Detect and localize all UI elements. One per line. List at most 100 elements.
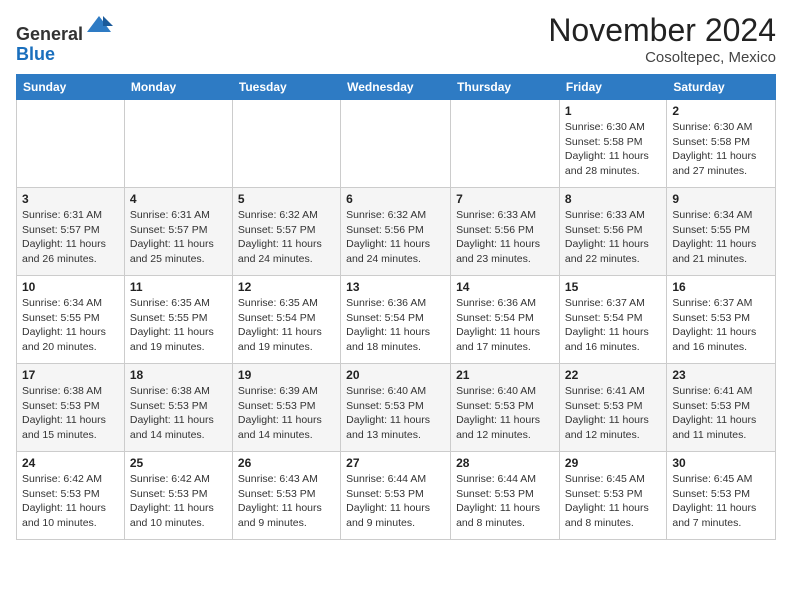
day-info: Sunrise: 6:35 AM Sunset: 5:54 PM Dayligh… bbox=[238, 296, 335, 355]
day-number: 12 bbox=[238, 280, 335, 294]
calendar-cell: 25 Sunrise: 6:42 AM Sunset: 5:53 PM Dayli… bbox=[124, 452, 232, 540]
calendar-cell: 13Sunrise: 6:36 AM Sunset: 5:54 PM Dayli… bbox=[341, 276, 451, 364]
day-number: 27 bbox=[346, 456, 445, 470]
day-number: 19 bbox=[238, 368, 335, 382]
day-info: Sunrise: 6:39 AM Sunset: 5:53 PM Dayligh… bbox=[238, 384, 335, 443]
calendar-cell: 12 Sunrise: 6:35 AM Sunset: 5:54 PM Dayli… bbox=[232, 276, 340, 364]
day-number: 25 bbox=[130, 456, 227, 470]
day-number: 18 bbox=[130, 368, 227, 382]
week-row-3: 10Sunrise: 6:34 AM Sunset: 5:55 PM Dayli… bbox=[17, 276, 776, 364]
day-info: Sunrise: 6:36 AM Sunset: 5:54 PM Dayligh… bbox=[456, 296, 554, 355]
day-info: Sunrise: 6:32 AM Sunset: 5:57 PM Dayligh… bbox=[238, 208, 335, 267]
week-row-1: 1 Sunrise: 6:30 AM Sunset: 5:58 PM Daylig… bbox=[17, 100, 776, 188]
day-number: 9 bbox=[672, 192, 770, 206]
day-info: Sunrise: 6:38 AM Sunset: 5:53 PM Dayligh… bbox=[130, 384, 227, 443]
week-row-5: 24 Sunrise: 6:42 AM Sunset: 5:53 PM Dayli… bbox=[17, 452, 776, 540]
calendar-cell: 28Sunrise: 6:44 AM Sunset: 5:53 PM Dayli… bbox=[451, 452, 560, 540]
weekday-header-row: SundayMondayTuesdayWednesdayThursdayFrid… bbox=[17, 75, 776, 100]
calendar-cell: 1 Sunrise: 6:30 AM Sunset: 5:58 PM Daylig… bbox=[559, 100, 666, 188]
day-number: 20 bbox=[346, 368, 445, 382]
calendar-cell: 17 Sunrise: 6:38 AM Sunset: 5:53 PM Dayli… bbox=[17, 364, 125, 452]
calendar-cell: 26 Sunrise: 6:43 AM Sunset: 5:53 PM Dayli… bbox=[232, 452, 340, 540]
calendar-cell: 15 Sunrise: 6:37 AM Sunset: 5:54 PM Dayli… bbox=[559, 276, 666, 364]
day-info: Sunrise: 6:37 AM Sunset: 5:53 PM Dayligh… bbox=[672, 296, 770, 355]
calendar-cell bbox=[341, 100, 451, 188]
calendar-cell: 9Sunrise: 6:34 AM Sunset: 5:55 PM Daylig… bbox=[667, 188, 776, 276]
day-info: Sunrise: 6:31 AM Sunset: 5:57 PM Dayligh… bbox=[22, 208, 119, 267]
calendar-cell: 2 Sunrise: 6:30 AM Sunset: 5:58 PM Daylig… bbox=[667, 100, 776, 188]
day-number: 11 bbox=[130, 280, 227, 294]
calendar-cell: 16 Sunrise: 6:37 AM Sunset: 5:53 PM Dayli… bbox=[667, 276, 776, 364]
day-info: Sunrise: 6:31 AM Sunset: 5:57 PM Dayligh… bbox=[130, 208, 227, 267]
calendar-cell: 30 Sunrise: 6:45 AM Sunset: 5:53 PM Dayli… bbox=[667, 452, 776, 540]
logo-text: General bbox=[16, 12, 113, 45]
day-info: Sunrise: 6:35 AM Sunset: 5:55 PM Dayligh… bbox=[130, 296, 227, 355]
day-number: 7 bbox=[456, 192, 554, 206]
day-number: 22 bbox=[565, 368, 661, 382]
calendar-cell bbox=[124, 100, 232, 188]
calendar-cell: 20 Sunrise: 6:40 AM Sunset: 5:53 PM Dayli… bbox=[341, 364, 451, 452]
day-number: 15 bbox=[565, 280, 661, 294]
month-title: November 2024 bbox=[548, 12, 776, 49]
calendar-cell: 27 Sunrise: 6:44 AM Sunset: 5:53 PM Dayli… bbox=[341, 452, 451, 540]
day-info: Sunrise: 6:45 AM Sunset: 5:53 PM Dayligh… bbox=[565, 472, 661, 531]
calendar-cell: 10Sunrise: 6:34 AM Sunset: 5:55 PM Dayli… bbox=[17, 276, 125, 364]
day-info: Sunrise: 6:36 AM Sunset: 5:54 PM Dayligh… bbox=[346, 296, 445, 355]
logo-blue: Blue bbox=[16, 45, 113, 65]
day-number: 29 bbox=[565, 456, 661, 470]
day-info: Sunrise: 6:41 AM Sunset: 5:53 PM Dayligh… bbox=[565, 384, 661, 443]
day-info: Sunrise: 6:42 AM Sunset: 5:53 PM Dayligh… bbox=[22, 472, 119, 531]
day-number: 10 bbox=[22, 280, 119, 294]
day-info: Sunrise: 6:33 AM Sunset: 5:56 PM Dayligh… bbox=[456, 208, 554, 267]
day-number: 28 bbox=[456, 456, 554, 470]
day-info: Sunrise: 6:38 AM Sunset: 5:53 PM Dayligh… bbox=[22, 384, 119, 443]
calendar-cell bbox=[17, 100, 125, 188]
calendar-cell: 11 Sunrise: 6:35 AM Sunset: 5:55 PM Dayli… bbox=[124, 276, 232, 364]
day-info: Sunrise: 6:43 AM Sunset: 5:53 PM Dayligh… bbox=[238, 472, 335, 531]
day-info: Sunrise: 6:30 AM Sunset: 5:58 PM Dayligh… bbox=[672, 120, 770, 179]
day-info: Sunrise: 6:33 AM Sunset: 5:56 PM Dayligh… bbox=[565, 208, 661, 267]
weekday-header-saturday: Saturday bbox=[667, 75, 776, 100]
day-info: Sunrise: 6:40 AM Sunset: 5:53 PM Dayligh… bbox=[456, 384, 554, 443]
day-info: Sunrise: 6:45 AM Sunset: 5:53 PM Dayligh… bbox=[672, 472, 770, 531]
day-number: 26 bbox=[238, 456, 335, 470]
day-number: 5 bbox=[238, 192, 335, 206]
weekday-header-thursday: Thursday bbox=[451, 75, 560, 100]
day-number: 17 bbox=[22, 368, 119, 382]
day-number: 24 bbox=[22, 456, 119, 470]
location: Cosoltepec, Mexico bbox=[548, 49, 776, 66]
page: General Blue November 2024 Cosoltepec, M… bbox=[0, 0, 792, 548]
day-number: 30 bbox=[672, 456, 770, 470]
day-number: 21 bbox=[456, 368, 554, 382]
day-info: Sunrise: 6:32 AM Sunset: 5:56 PM Dayligh… bbox=[346, 208, 445, 267]
calendar-cell: 5 Sunrise: 6:32 AM Sunset: 5:57 PM Daylig… bbox=[232, 188, 340, 276]
calendar-cell: 14 Sunrise: 6:36 AM Sunset: 5:54 PM Dayli… bbox=[451, 276, 560, 364]
day-number: 14 bbox=[456, 280, 554, 294]
day-info: Sunrise: 6:42 AM Sunset: 5:53 PM Dayligh… bbox=[130, 472, 227, 531]
day-number: 6 bbox=[346, 192, 445, 206]
day-info: Sunrise: 6:37 AM Sunset: 5:54 PM Dayligh… bbox=[565, 296, 661, 355]
calendar-cell: 29 Sunrise: 6:45 AM Sunset: 5:53 PM Dayli… bbox=[559, 452, 666, 540]
calendar-cell: 18 Sunrise: 6:38 AM Sunset: 5:53 PM Dayli… bbox=[124, 364, 232, 452]
day-number: 16 bbox=[672, 280, 770, 294]
day-number: 1 bbox=[565, 104, 661, 118]
day-info: Sunrise: 6:44 AM Sunset: 5:53 PM Dayligh… bbox=[346, 472, 445, 531]
calendar-cell: 3 Sunrise: 6:31 AM Sunset: 5:57 PM Daylig… bbox=[17, 188, 125, 276]
calendar: SundayMondayTuesdayWednesdayThursdayFrid… bbox=[16, 74, 776, 540]
day-info: Sunrise: 6:40 AM Sunset: 5:53 PM Dayligh… bbox=[346, 384, 445, 443]
calendar-cell: 22 Sunrise: 6:41 AM Sunset: 5:53 PM Dayli… bbox=[559, 364, 666, 452]
day-number: 2 bbox=[672, 104, 770, 118]
day-number: 4 bbox=[130, 192, 227, 206]
weekday-header-wednesday: Wednesday bbox=[341, 75, 451, 100]
calendar-cell bbox=[451, 100, 560, 188]
calendar-cell: 4 Sunrise: 6:31 AM Sunset: 5:57 PM Daylig… bbox=[124, 188, 232, 276]
calendar-cell: 19 Sunrise: 6:39 AM Sunset: 5:53 PM Dayli… bbox=[232, 364, 340, 452]
title-block: November 2024 Cosoltepec, Mexico bbox=[548, 12, 776, 66]
day-number: 23 bbox=[672, 368, 770, 382]
calendar-cell: 24 Sunrise: 6:42 AM Sunset: 5:53 PM Dayli… bbox=[17, 452, 125, 540]
calendar-cell bbox=[232, 100, 340, 188]
day-number: 3 bbox=[22, 192, 119, 206]
calendar-cell: 7 Sunrise: 6:33 AM Sunset: 5:56 PM Daylig… bbox=[451, 188, 560, 276]
calendar-cell: 6 Sunrise: 6:32 AM Sunset: 5:56 PM Daylig… bbox=[341, 188, 451, 276]
day-info: Sunrise: 6:30 AM Sunset: 5:58 PM Dayligh… bbox=[565, 120, 661, 179]
